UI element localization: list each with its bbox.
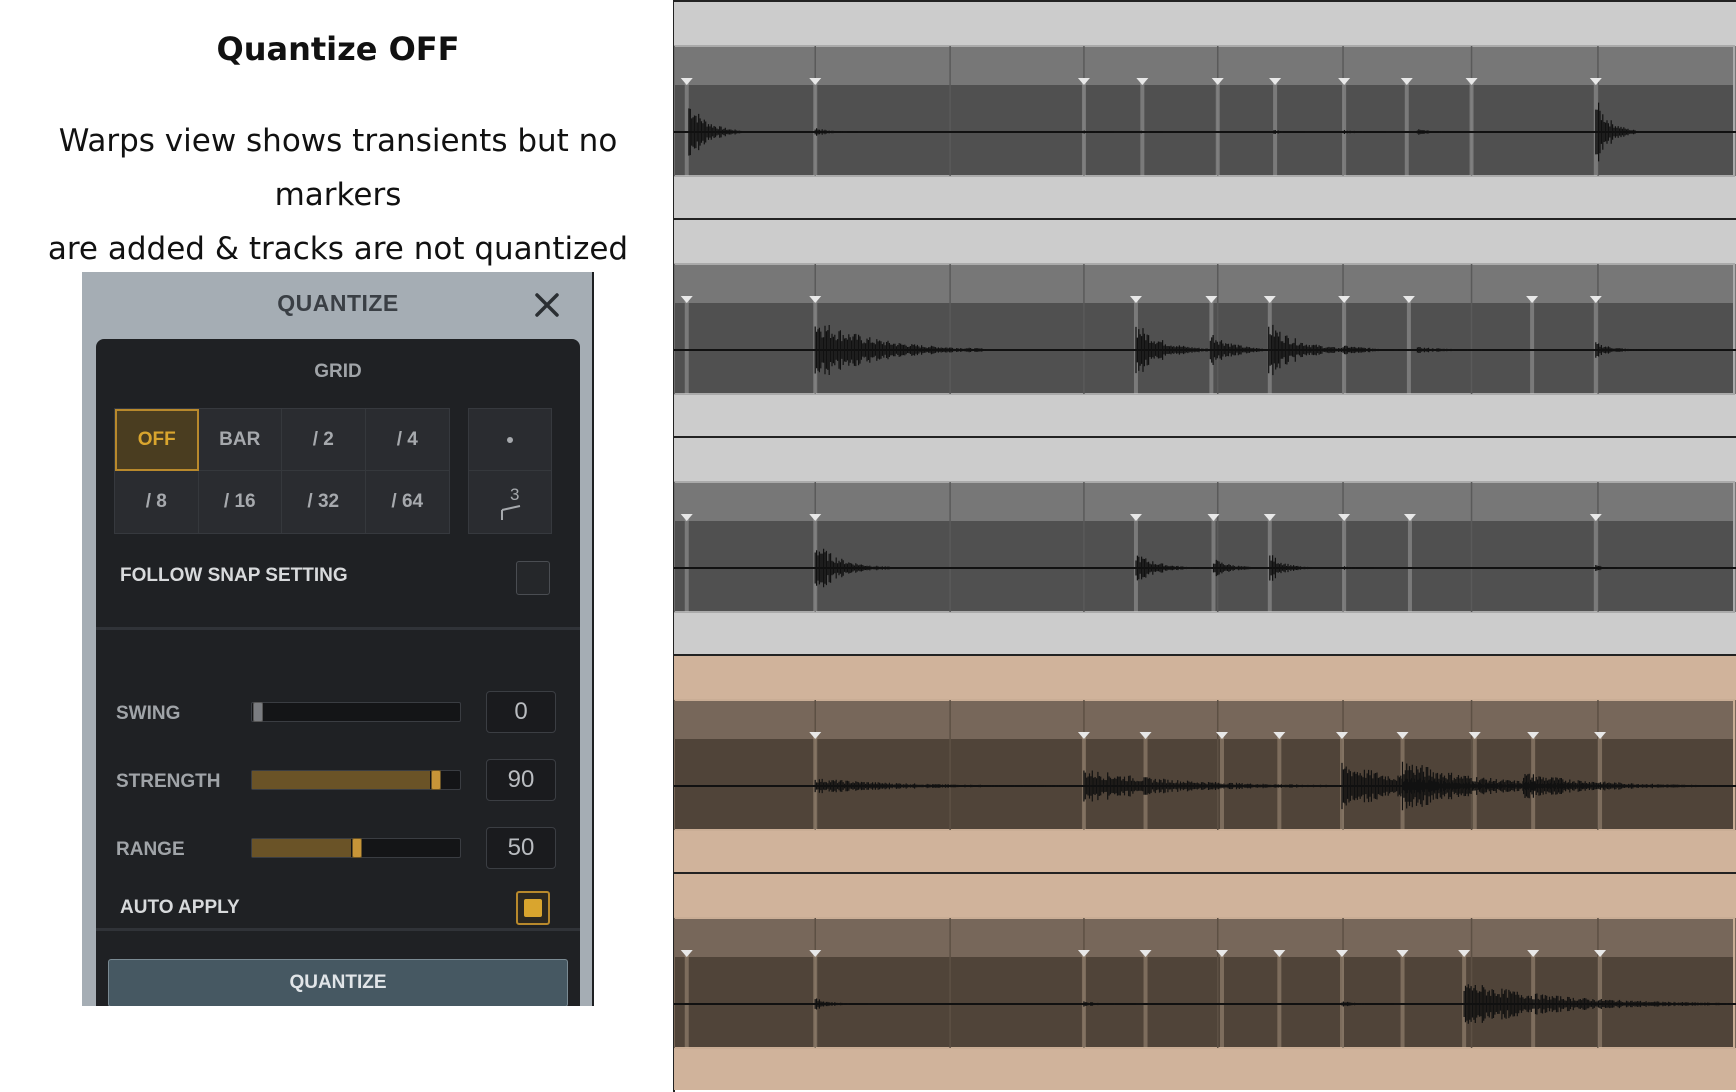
caption-line-2: are added & tracks are not quantized: [47, 231, 629, 267]
swing-label: SWING: [116, 703, 181, 724]
caption-title: Quantize OFF: [216, 30, 460, 68]
triplet-button[interactable]: 3: [469, 471, 551, 533]
range-slider-thumb[interactable]: [352, 838, 362, 858]
clip-header: [675, 265, 1733, 303]
caption-line-1: Warps view shows transients but no marke…: [58, 123, 618, 213]
grid-modifier-group: 3: [468, 408, 552, 534]
divider: [96, 928, 580, 931]
auto-apply-checkbox[interactable]: [516, 891, 550, 925]
strength-slider[interactable]: [251, 770, 461, 790]
triplet-icon: 3: [501, 485, 521, 520]
strength-label: STRENGTH: [116, 771, 221, 792]
follow-snap-label: FOLLOW SNAP SETTING: [120, 565, 348, 586]
track-2[interactable]: [674, 218, 1736, 436]
grid-eighth-button[interactable]: / 8: [115, 471, 199, 533]
follow-snap-row: FOLLOW SNAP SETTING: [96, 549, 580, 605]
quantize-panel: QUANTIZE GRID OFF BAR / 2 / 4 / 8 / 16 /…: [82, 272, 594, 1006]
grid-off-button[interactable]: OFF: [115, 409, 199, 471]
track-5[interactable]: [674, 872, 1736, 1090]
range-label: RANGE: [116, 839, 185, 860]
track-1[interactable]: [674, 0, 1736, 218]
grid-sixty-fourth-button[interactable]: / 64: [366, 471, 450, 533]
follow-snap-checkbox[interactable]: [516, 561, 550, 595]
track-4[interactable]: [674, 654, 1736, 872]
grid-thirty-second-button[interactable]: / 32: [282, 471, 366, 533]
strength-slider-thumb[interactable]: [431, 770, 442, 790]
quantize-body: GRID OFF BAR / 2 / 4 / 8 / 16 / 32 / 64 …: [96, 339, 580, 1006]
range-slider[interactable]: [251, 838, 461, 858]
clip-header: [675, 483, 1733, 521]
triplet-number: 3: [510, 485, 519, 504]
quantize-button[interactable]: QUANTIZE: [108, 959, 568, 1006]
grid-bar-button[interactable]: BAR: [198, 409, 282, 471]
track-3[interactable]: [674, 436, 1736, 654]
grid-label: GRID: [314, 361, 362, 382]
warp-tracks[interactable]: [674, 0, 1736, 1092]
grid-button-group: OFF BAR / 2 / 4 / 8 / 16 / 32 / 64: [114, 408, 450, 534]
divider: [96, 627, 580, 630]
grid-quarter-button[interactable]: / 4: [365, 409, 449, 471]
range-value[interactable]: 50: [486, 827, 556, 869]
grid-sixteenth-button[interactable]: / 16: [199, 471, 282, 533]
strength-slider-fill: [252, 771, 431, 789]
range-slider-fill: [252, 839, 351, 857]
grid-half-button[interactable]: / 2: [282, 409, 366, 471]
caption-description: Warps view shows transients but no marke…: [20, 114, 656, 276]
quantize-panel-title: QUANTIZE: [277, 290, 399, 316]
clip-header: [675, 919, 1733, 957]
strength-value[interactable]: 90: [486, 759, 556, 801]
swing-slider[interactable]: [251, 702, 461, 722]
dot-icon: [507, 436, 513, 443]
swing-slider-thumb[interactable]: [253, 702, 263, 722]
swing-value[interactable]: 0: [486, 691, 556, 733]
clip-header: [675, 701, 1733, 739]
close-icon[interactable]: [530, 288, 564, 322]
clip-header: [675, 47, 1733, 85]
dotted-button[interactable]: [469, 409, 551, 471]
auto-apply-label: AUTO APPLY: [120, 897, 240, 918]
